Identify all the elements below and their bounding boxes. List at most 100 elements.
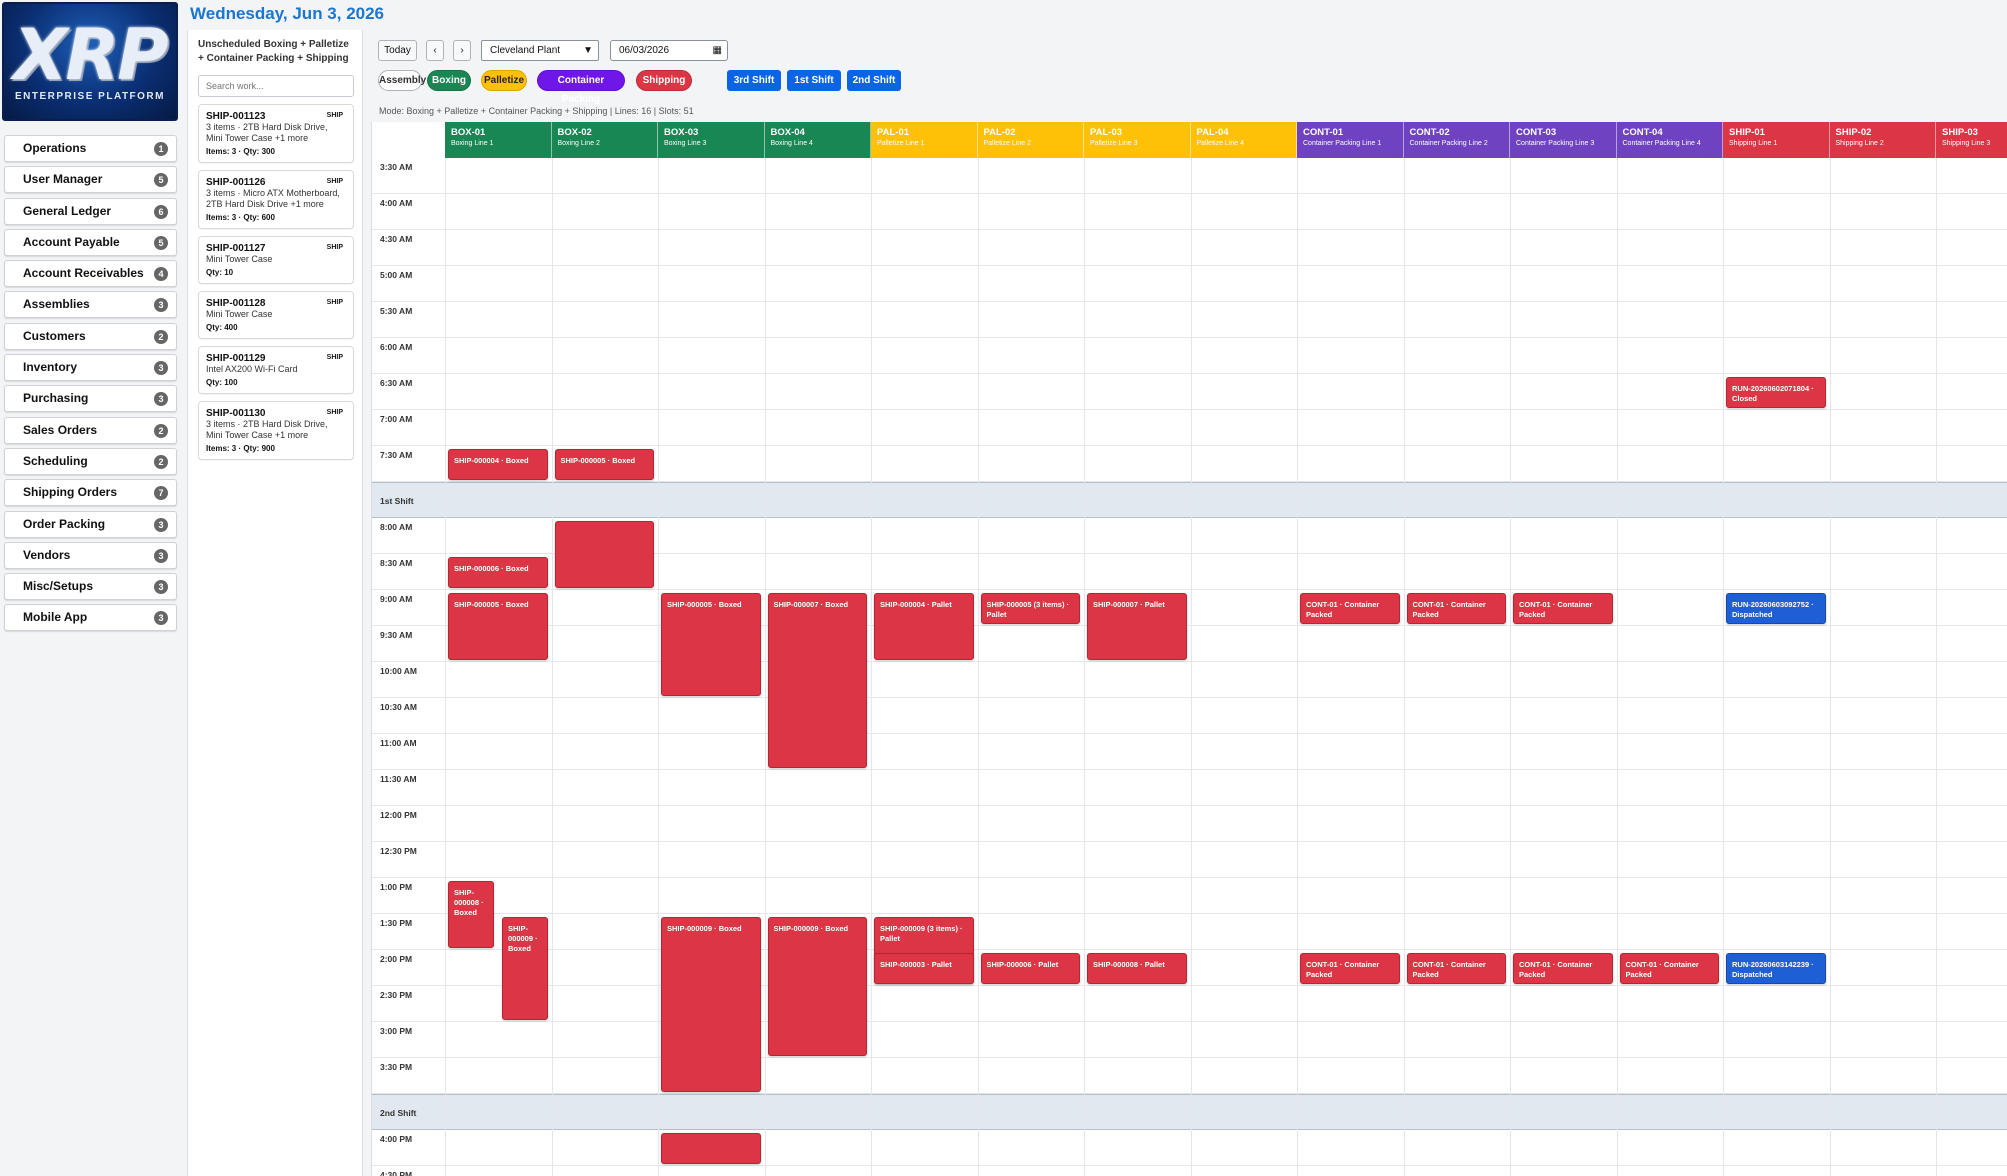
sidebar-item-assemblies[interactable]: Assemblies 3 xyxy=(4,291,177,319)
sidebar-item-user-manager[interactable]: User Manager 5 xyxy=(4,166,177,194)
shift-button-3rd-shift[interactable]: 3rd Shift xyxy=(727,70,781,91)
sidebar-item-label: Customers xyxy=(23,328,86,343)
schedule-event[interactable]: CONT-01 · Container Packed xyxy=(1619,953,1719,984)
column-header-box-03[interactable]: BOX-03 Boxing Line 3 xyxy=(658,122,765,158)
column-header-pal-04[interactable]: PAL-04 Palletize Line 4 xyxy=(1190,122,1297,158)
sidebar-item-label: Operations xyxy=(23,141,87,155)
column-name: Palletize Line 4 xyxy=(1196,140,1244,147)
filter-palletize[interactable]: Palletize xyxy=(481,70,527,91)
sidebar-item-customers[interactable]: Customers 2 xyxy=(4,322,177,350)
column-header-ship-02[interactable]: SHIP-02 Shipping Line 2 xyxy=(1829,122,1936,158)
time-label: 2:00 PM xyxy=(380,954,413,964)
schedule-event[interactable] xyxy=(661,1133,761,1164)
filter-boxing[interactable]: Boxing xyxy=(427,70,471,91)
schedule-event[interactable]: SHIP-000009 · Boxed xyxy=(502,917,548,1020)
prev-day-button[interactable]: ‹ xyxy=(426,40,444,61)
sidebar-item-vendors[interactable]: Vendors 3 xyxy=(4,541,177,569)
schedule-event[interactable]: SHIP-000005 · Boxed xyxy=(554,449,654,480)
schedule-event[interactable] xyxy=(554,521,654,588)
column-header-cont-01[interactable]: CONT-01 Container Packing Line 1 xyxy=(1297,122,1404,158)
schedule-event[interactable]: SHIP-000004 · Pallet xyxy=(874,593,974,660)
time-label: 4:30 AM xyxy=(380,234,413,244)
sidebar-item-misc-setups[interactable]: Misc/Setups 3 xyxy=(4,573,177,601)
schedule-event[interactable]: CONT-01 · Container Packed xyxy=(1300,593,1400,624)
sidebar-item-scheduling[interactable]: Scheduling 2 xyxy=(4,447,177,475)
schedule-event[interactable]: SHIP-000006 · Boxed xyxy=(448,557,548,588)
card-id: SHIP-001123 xyxy=(206,111,266,122)
schedule-event[interactable]: CONT-01 · Container Packed xyxy=(1513,953,1613,984)
schedule-event[interactable]: CONT-01 · Container Packed xyxy=(1406,953,1506,984)
column-header-cont-02[interactable]: CONT-02 Container Packing Line 2 xyxy=(1403,122,1510,158)
schedule-event[interactable]: CONT-01 · Container Packed xyxy=(1513,593,1613,624)
plant-select[interactable]: Cleveland Plant ▼ xyxy=(481,40,599,61)
column-header-cont-04[interactable]: CONT-04 Container Packing Line 4 xyxy=(1616,122,1723,158)
today-button[interactable]: Today xyxy=(378,40,417,61)
column-header-pal-03[interactable]: PAL-03 Palletize Line 3 xyxy=(1084,122,1191,158)
schedule-event[interactable]: SHIP-000003 · Pallet xyxy=(874,953,974,984)
column-header-pal-01[interactable]: PAL-01 Palletize Line 1 xyxy=(871,122,978,158)
schedule-event[interactable]: SHIP-000008 · Pallet xyxy=(1087,953,1187,984)
filter-assembly[interactable]: Assembly xyxy=(378,70,426,91)
unscheduled-card[interactable]: SHIP-001129 SHIP Intel AX200 Wi-Fi Card Qty… xyxy=(198,346,354,394)
shift-button-1st-shift[interactable]: 1st Shift xyxy=(787,70,841,91)
column-code: BOX-04 xyxy=(770,127,805,138)
column-name: Container Packing Line 4 xyxy=(1622,140,1701,147)
schedule-event[interactable]: CONT-01 · Container Packed xyxy=(1406,593,1506,624)
filter-container-packing[interactable]: Container Packing xyxy=(537,70,625,105)
column-header-pal-02[interactable]: PAL-02 Palletize Line 2 xyxy=(977,122,1084,158)
time-slot-row: 4:30 AM xyxy=(372,230,2007,266)
column-header-cont-03[interactable]: CONT-03 Container Packing Line 3 xyxy=(1510,122,1617,158)
column-header-box-02[interactable]: BOX-02 Boxing Line 2 xyxy=(551,122,658,158)
sidebar-item-label: Account Payable xyxy=(23,234,120,249)
schedule-event[interactable]: SHIP-000007 · Pallet xyxy=(1087,593,1187,660)
schedule-event[interactable]: SHIP-000004 · Boxed xyxy=(448,449,548,480)
sidebar-item-shipping-orders[interactable]: Shipping Orders 7 xyxy=(4,479,177,507)
time-slot-row: 2:30 PM xyxy=(372,986,2007,1022)
unscheduled-search-input[interactable] xyxy=(198,75,354,97)
sidebar-item-badge: 6 xyxy=(154,204,168,219)
schedule-event[interactable]: RUN-20260603142239 · Dispatched xyxy=(1726,953,1826,984)
sidebar-item-label: Sales Orders xyxy=(23,422,98,437)
unscheduled-card[interactable]: SHIP-001123 SHIP 3 items · 2TB Hard Disk D… xyxy=(198,104,354,163)
schedule-event[interactable]: SHIP-000005 · Boxed xyxy=(661,593,761,696)
schedule-event[interactable]: RUN-20260603092752 · Dispatched xyxy=(1726,593,1826,624)
column-header-box-04[interactable]: BOX-04 Boxing Line 4 xyxy=(764,122,871,158)
schedule-event[interactable]: CONT-01 · Container Packed xyxy=(1300,953,1400,984)
sidebar-item-mobile-app[interactable]: Mobile App 3 xyxy=(4,604,177,632)
next-day-button[interactable]: › xyxy=(453,40,471,61)
filter-shipping[interactable]: Shipping xyxy=(636,70,692,91)
sidebar-item-account-payable[interactable]: Account Payable 5 xyxy=(4,228,177,256)
unscheduled-card[interactable]: SHIP-001126 SHIP 3 items · Micro ATX Mothe… xyxy=(198,170,354,229)
schedule-event[interactable]: SHIP-000009 · Boxed xyxy=(661,917,761,1092)
schedule-event[interactable]: SHIP-000005 · Boxed xyxy=(448,593,548,660)
unscheduled-card[interactable]: SHIP-001128 SHIP Mini Tower Case Qty: 400 xyxy=(198,291,354,339)
xrp-logo[interactable]: XRP ENTERPRISE PLATFORM xyxy=(2,2,178,121)
schedule-event[interactable]: SHIP-000009 · Boxed xyxy=(767,917,867,1056)
column-header-box-01[interactable]: BOX-01 Boxing Line 1 xyxy=(445,122,552,158)
sidebar-item-order-packing[interactable]: Order Packing 3 xyxy=(4,510,177,538)
schedule-event[interactable]: SHIP-000008 · Boxed xyxy=(448,881,494,948)
column-header-ship-03[interactable]: SHIP-03 Shipping Line 3 xyxy=(1936,122,2007,158)
column-header-ship-01[interactable]: SHIP-01 Shipping Line 1 xyxy=(1723,122,1830,158)
shift-button-2nd-shift[interactable]: 2nd Shift xyxy=(847,70,901,91)
time-slot-row: 10:30 AM xyxy=(372,698,2007,734)
column-code: SHIP-02 xyxy=(1835,127,1872,138)
date-input[interactable]: 06/03/2026 ▦ xyxy=(610,40,728,61)
unscheduled-card[interactable]: SHIP-001127 SHIP Mini Tower Case Qty: 10 xyxy=(198,236,354,284)
scheduler-app: XRP ENTERPRISE PLATFORM Operations 1 User … xyxy=(0,0,2007,1176)
sidebar-item-label: Inventory xyxy=(23,360,78,375)
sidebar-item-inventory[interactable]: Inventory 3 xyxy=(4,354,177,382)
sidebar-item-sales-orders[interactable]: Sales Orders 2 xyxy=(4,416,177,444)
schedule-event[interactable]: SHIP-000007 · Boxed xyxy=(767,593,867,768)
schedule-event[interactable]: RUN-20260602071804 · Closed xyxy=(1726,377,1826,408)
sidebar-item-purchasing[interactable]: Purchasing 3 xyxy=(4,385,177,413)
schedule-event[interactable]: SHIP-000005 (3 items) · Pallet xyxy=(980,593,1080,624)
schedule-event[interactable]: SHIP-000006 · Pallet xyxy=(980,953,1080,984)
plant-select-value: Cleveland Plant xyxy=(490,45,561,56)
unscheduled-card[interactable]: SHIP-001130 SHIP 3 items · 2TB Hard Disk D… xyxy=(198,401,354,460)
column-code: CONT-02 xyxy=(1409,127,1450,138)
sidebar-item-operations[interactable]: Operations 1 xyxy=(4,135,177,162)
sidebar-item-general-ledger[interactable]: General Ledger 6 xyxy=(4,197,177,225)
sidebar-item-account-receivables[interactable]: Account Receivables 4 xyxy=(4,260,177,288)
column-name: Boxing Line 2 xyxy=(557,140,600,147)
